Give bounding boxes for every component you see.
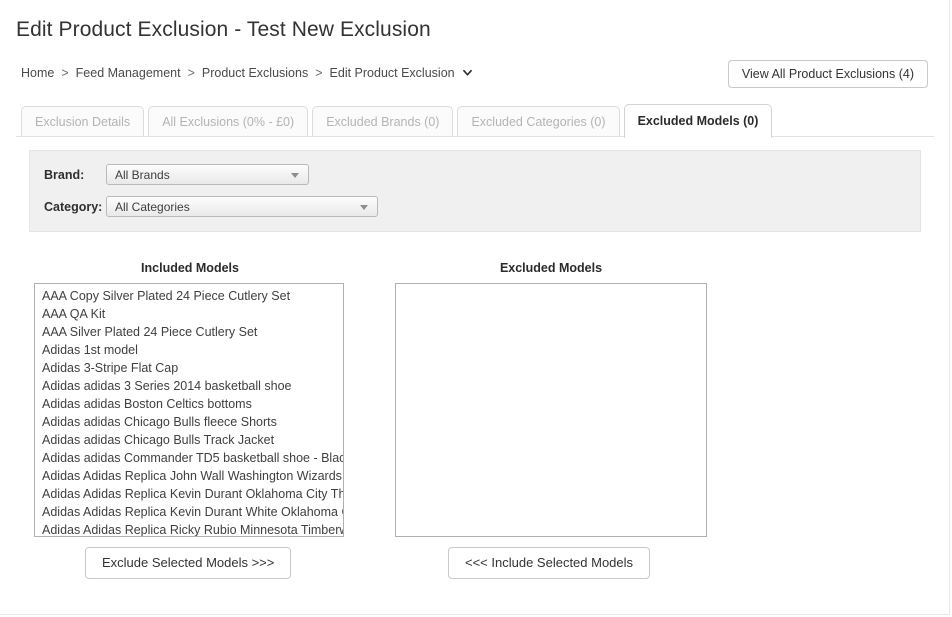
list-item[interactable]: Adidas Adidas Replica Kevin Durant Oklah… (35, 485, 343, 503)
category-label: Category: (44, 199, 103, 214)
tab-excluded-categories[interactable]: Excluded Categories (0) (457, 106, 620, 138)
view-all-product-exclusions-button[interactable]: View All Product Exclusions (4) (727, 60, 928, 88)
category-select[interactable]: All Categories (106, 196, 378, 217)
chevron-down-icon (360, 204, 368, 210)
chevron-down-icon (291, 172, 299, 178)
brand-select[interactable]: All Brands (106, 164, 309, 185)
included-models-header: Included Models (141, 261, 239, 275)
tab-excluded-models[interactable]: Excluded Models (0) (623, 104, 773, 138)
breadcrumb-separator: > (187, 66, 195, 80)
list-item[interactable]: Adidas adidas Chicago Bulls fleece Short… (35, 413, 343, 431)
brand-select-value: All Brands (115, 167, 170, 182)
list-item[interactable]: AAA Silver Plated 24 Piece Cutlery Set (35, 323, 343, 341)
tab-all-exclusions[interactable]: All Exclusions (0% - £0) (148, 106, 309, 138)
include-selected-models-button[interactable]: <<< Include Selected Models (448, 547, 651, 579)
included-models-list: AAA Copy Silver Plated 24 Piece Cutlery … (35, 284, 343, 536)
excluded-models-list (396, 284, 706, 287)
category-filter-row: Category: All Categories (44, 196, 378, 217)
breadcrumb-item-home[interactable]: Home (21, 66, 54, 80)
tab-exclusion-details[interactable]: Exclusion Details (21, 106, 145, 138)
list-item[interactable]: Adidas adidas Commander TD5 basketball s… (35, 449, 343, 467)
list-item[interactable]: Adidas adidas Chicago Bulls Track Jacket (35, 431, 343, 449)
breadcrumb: Home > Feed Management > Product Exclusi… (21, 66, 472, 80)
list-item[interactable]: Adidas 1st model (35, 341, 343, 359)
brand-label: Brand: (44, 167, 85, 182)
list-item[interactable]: Adidas adidas Boston Celtics bottoms (35, 395, 343, 413)
page-container: Edit Product Exclusion - Test New Exclus… (0, 0, 950, 615)
list-item[interactable]: Adidas 3-Stripe Flat Cap (35, 359, 343, 377)
filter-panel: Brand: All Brands Category: All Categori… (29, 150, 921, 232)
chevron-down-icon[interactable] (462, 68, 472, 77)
tab-bar: Exclusion Details All Exclusions (0% - £… (21, 104, 773, 138)
tab-excluded-brands[interactable]: Excluded Brands (0) (312, 106, 454, 138)
list-item[interactable]: Adidas adidas 3 Series 2014 basketball s… (35, 377, 343, 395)
brand-filter-row: Brand: All Brands (44, 164, 309, 185)
exclude-selected-models-button[interactable]: Exclude Selected Models >>> (85, 547, 292, 579)
list-item[interactable]: Adidas Adidas Replica John Wall Washingt… (35, 467, 343, 485)
excluded-models-listbox[interactable] (395, 283, 707, 537)
breadcrumb-item-feed-management[interactable]: Feed Management (76, 66, 181, 80)
excluded-models-header: Excluded Models (499, 261, 603, 275)
breadcrumb-separator: > (61, 66, 69, 80)
list-item[interactable]: AAA QA Kit (35, 305, 343, 323)
included-models-listbox[interactable]: AAA Copy Silver Plated 24 Piece Cutlery … (34, 283, 344, 537)
breadcrumb-item-edit-product-exclusion[interactable]: Edit Product Exclusion (330, 66, 455, 80)
page-title: Edit Product Exclusion - Test New Exclus… (16, 18, 431, 41)
tab-content-panel: Brand: All Brands Category: All Categori… (16, 136, 934, 596)
breadcrumb-item-product-exclusions[interactable]: Product Exclusions (202, 66, 308, 80)
list-item[interactable]: AAA Copy Silver Plated 24 Piece Cutlery … (35, 287, 343, 305)
category-select-value: All Categories (115, 199, 190, 214)
list-item[interactable]: Adidas Adidas Replica Kevin Durant White… (35, 503, 343, 521)
breadcrumb-separator: > (315, 66, 323, 80)
list-item[interactable]: Adidas Adidas Replica Ricky Rubio Minnes… (35, 521, 343, 536)
